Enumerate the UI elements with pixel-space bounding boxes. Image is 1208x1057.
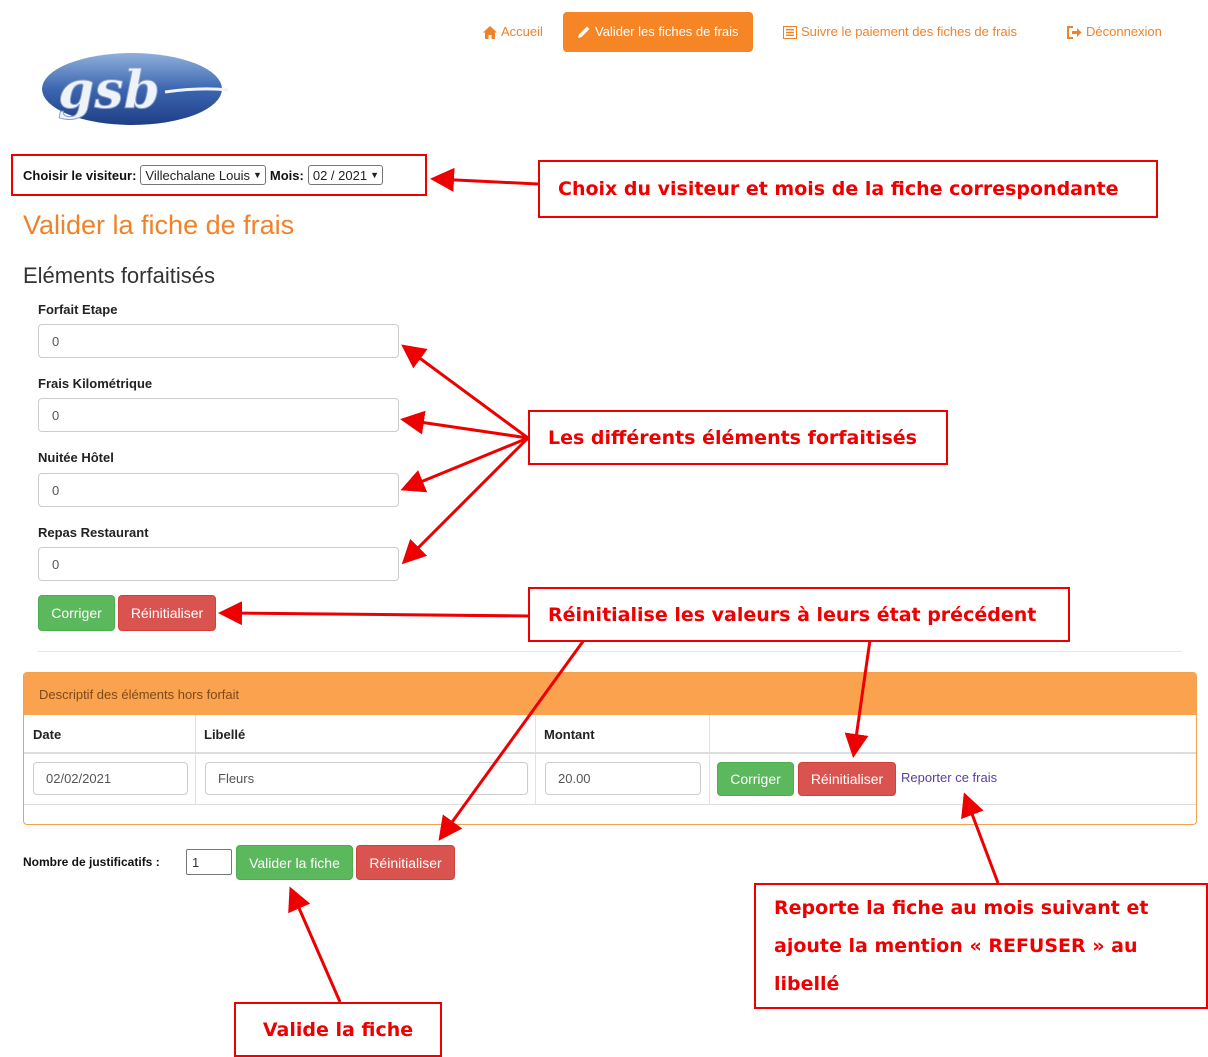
repas-restaurant-label: Repas Restaurant (38, 525, 149, 540)
visitor-label: Choisir le visiteur: (23, 167, 137, 183)
nav-follow-label: Suivre le paiement des fiches de frais (801, 24, 1018, 39)
nuitee-hotel-label: Nuitée Hôtel (38, 450, 114, 465)
visitor-month-selector: Choisir le visiteur: Villechalane Louis … (11, 154, 427, 196)
annotation-forfait: Les différents éléments forfaitisés (528, 410, 948, 465)
nav-validate[interactable]: Valider les fiches de frais (563, 12, 753, 52)
month-label: Mois: (269, 167, 304, 183)
column-divider (709, 715, 710, 805)
column-header-montant: Montant (544, 726, 595, 742)
section-divider (38, 651, 1182, 652)
repas-restaurant-input[interactable]: 0 (38, 547, 399, 581)
gsb-logo: gsb (40, 52, 230, 128)
nav-logout[interactable]: Déconnexion (1067, 12, 1162, 52)
header-rule (24, 752, 1196, 754)
justificatifs-input[interactable]: 1 (186, 849, 232, 875)
row-libelle-input[interactable]: Fleurs (205, 762, 528, 795)
nav-follow[interactable]: Suivre le paiement des fiches de frais (783, 12, 1017, 52)
annotation-validate: Valide la fiche (234, 1002, 442, 1057)
visitor-select[interactable]: Villechalane Louis ▼ (140, 165, 266, 185)
column-header-libelle: Libellé (204, 726, 246, 742)
column-divider (195, 715, 196, 805)
nuitee-hotel-input[interactable]: 0 (38, 473, 399, 507)
annotation-selection: Choix du visiteur et mois de la fiche co… (538, 160, 1158, 218)
nav-home-label: Accueil (501, 24, 543, 39)
nav-validate-label: Valider les fiches de frais (595, 24, 739, 39)
logout-icon (1067, 25, 1082, 39)
chevron-down-icon: ▼ (252, 170, 262, 180)
row-montant-input[interactable]: 20.00 (545, 762, 701, 795)
forfait-correct-button[interactable]: Corriger (38, 595, 115, 631)
nav-logout-label: Déconnexion (1086, 24, 1162, 39)
panel-title: Descriptif des éléments hors forfait (24, 673, 1196, 715)
month-select[interactable]: 02 / 2021 ▼ (307, 165, 383, 185)
row-date-input[interactable]: 02/02/2021 (33, 762, 188, 795)
frais-km-input[interactable]: 0 (38, 398, 399, 432)
forfait-reset-button[interactable]: Réinitialiser (118, 595, 216, 631)
list-icon (783, 25, 797, 39)
column-divider (535, 715, 536, 805)
visitor-select-value: Villechalane Louis (145, 167, 250, 183)
hors-forfait-panel: Descriptif des éléments hors forfait Dat… (23, 672, 1197, 825)
column-header-date: Date (33, 726, 62, 742)
frais-km-label: Frais Kilométrique (38, 376, 153, 391)
row-rule (24, 804, 1196, 805)
forfait-section-title: Eléments forfaitisés (23, 263, 215, 288)
forfait-etape-label: Forfait Etape (38, 302, 118, 317)
report-frais-link[interactable]: Reporter ce frais (901, 770, 997, 785)
forfait-etape-input[interactable]: 0 (38, 324, 399, 358)
chevron-down-icon: ▼ (370, 170, 379, 180)
pencil-icon (577, 25, 591, 39)
home-icon (483, 25, 497, 39)
row-correct-button[interactable]: Corriger (717, 762, 794, 796)
page-title: Valider la fiche de frais (23, 210, 295, 240)
logo-text: gsb (58, 60, 160, 121)
row-reset-button[interactable]: Réinitialiser (798, 762, 896, 796)
validate-fiche-button[interactable]: Valider la fiche (236, 845, 353, 880)
month-select-value: 02 / 2021 (312, 167, 368, 183)
justificatifs-label: Nombre de justificatifs : (23, 855, 160, 869)
nav-home[interactable]: Accueil (483, 12, 543, 52)
footer-reset-button[interactable]: Réinitialiser (356, 845, 455, 880)
annotation-reset: Réinitialise les valeurs à leurs état pr… (528, 587, 1070, 642)
annotation-report: Reporte la fiche au mois suivant et ajou… (754, 883, 1208, 1009)
